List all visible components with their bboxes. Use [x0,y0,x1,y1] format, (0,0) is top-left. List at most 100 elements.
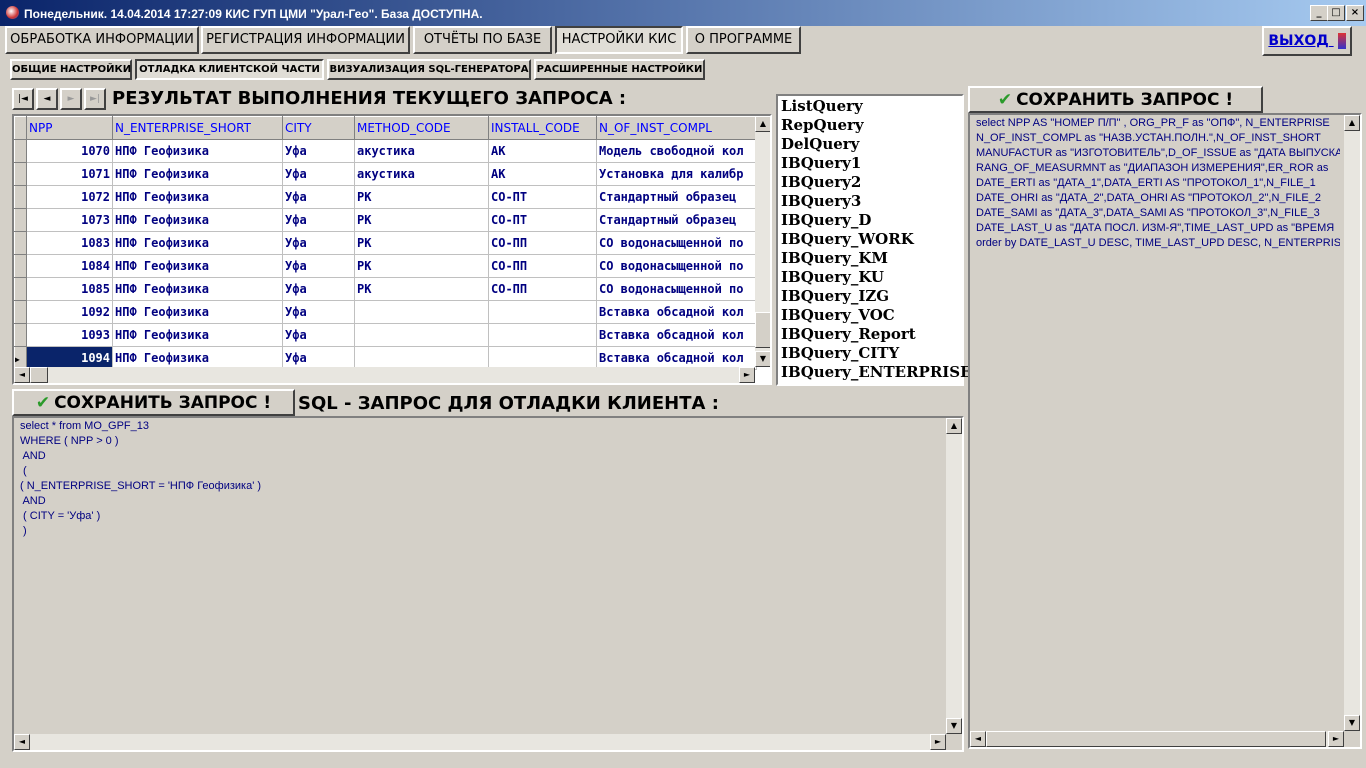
grid-header-city[interactable]: CITY [282,116,355,140]
table-row[interactable]: 1092 НПФ Геофизика Уфа Вставка обсадной кол [14,300,757,324]
cell-compl[interactable]: Установка для калибр [596,162,757,186]
row-indicator[interactable] [14,254,27,278]
row-indicator[interactable] [14,162,27,186]
cell-method[interactable]: РК [354,185,489,209]
cell-npp[interactable]: 1083 [26,231,113,255]
cell-enterprise[interactable]: НПФ Геофизика [112,254,283,278]
cell-compl[interactable]: СО водонасыщенной по [596,231,757,255]
table-row[interactable]: 1083 НПФ Геофизика Уфа РК СО-ПП СО водонасыще… [14,231,757,255]
tab-settings[interactable]: НАСТРОЙКИ КИС [555,26,683,54]
cell-install[interactable] [488,323,597,347]
cell-npp[interactable]: 1092 [26,300,113,324]
cell-install[interactable]: СО-ПП [488,277,597,301]
query-list-item[interactable]: IBQuery_VOC [781,306,895,324]
cell-city[interactable]: Уфа [282,254,355,278]
table-row[interactable]: 1072 НПФ Геофизика Уфа РК СО-ПТ Стандартный о… [14,185,757,209]
query-list-item[interactable]: IBQuery_Report [781,325,916,343]
subtab-advanced[interactable]: РАСШИРЕННЫЕ НАСТРОЙКИ [534,59,705,80]
cell-method[interactable] [354,300,489,324]
scroll-right-arrow-icon[interactable]: ► [930,734,946,750]
generated-sql-memo[interactable]: select NPP AS "НОМЕР П/П" , ORG_PR_F as … [968,113,1362,749]
cell-enterprise[interactable]: НПФ Геофизика [112,300,283,324]
scroll-down-arrow-icon[interactable]: ▼ [755,351,770,367]
subtab-client-debug[interactable]: ОТЛАДКА КЛИЕНТСКОЙ ЧАСТИ [135,59,324,80]
grid-header-install[interactable]: INSTALL_CODE [488,116,597,140]
row-indicator[interactable] [14,323,27,347]
cell-install[interactable]: АК [488,162,597,186]
cell-install[interactable]: СО-ПП [488,231,597,255]
cell-city[interactable]: Уфа [282,300,355,324]
subtab-sql-visualization[interactable]: ВИЗУАЛИЗАЦИЯ SQL-ГЕНЕРАТОРА [327,59,531,80]
close-button[interactable]: × [1346,5,1364,21]
cell-enterprise[interactable]: НПФ Геофизика [112,162,283,186]
save-query-button-right[interactable]: ✔ СОХРАНИТЬ ЗАПРОС ! [968,86,1263,113]
cell-npp[interactable]: 1070 [26,139,113,163]
cell-compl[interactable]: Стандартный образец [596,208,757,232]
scroll-left-arrow-icon[interactable]: ◄ [970,731,986,747]
table-row[interactable]: 1093 НПФ Геофизика Уфа Вставка обсадной кол [14,323,757,347]
table-row[interactable]: 1073 НПФ Геофизика Уфа РК СО-ПТ Стандартный о… [14,208,757,232]
query-list-item[interactable]: IBQuery_KM [781,249,888,267]
query-list-item[interactable]: IBQuery3 [781,192,861,210]
memo-right-horizontal-scrollbar[interactable]: ◄ ► [970,731,1344,747]
grid-horizontal-scrollbar[interactable]: ◄ ► [14,367,755,383]
cell-method[interactable]: акустика [354,162,489,186]
next-record-button[interactable]: ► [60,88,82,110]
scroll-up-arrow-icon[interactable]: ▲ [1344,115,1360,131]
cell-enterprise[interactable]: НПФ Геофизика [112,208,283,232]
cell-install[interactable] [488,300,597,324]
row-indicator[interactable] [14,300,27,324]
maximize-button[interactable]: □ [1327,5,1345,21]
cell-npp[interactable]: 1093 [26,323,113,347]
cell-city[interactable]: Уфа [282,162,355,186]
cell-npp[interactable]: 1073 [26,208,113,232]
cell-method[interactable]: акустика [354,139,489,163]
tab-reports[interactable]: ОТЧЁТЫ ПО БАЗЕ [413,26,552,54]
scroll-up-arrow-icon[interactable]: ▲ [946,418,962,434]
scroll-right-arrow-icon[interactable]: ► [739,367,755,383]
prev-record-button[interactable]: ◄ [36,88,58,110]
subtab-general[interactable]: ОБЩИЕ НАСТРОЙКИ [10,59,132,80]
memo-vertical-scrollbar[interactable]: ▲ ▼ [946,418,962,734]
tab-registration[interactable]: РЕГИСТРАЦИЯ ИНФОРМАЦИИ [201,26,410,54]
cell-compl[interactable]: Вставка обсадной кол [596,323,757,347]
cell-enterprise[interactable]: НПФ Геофизика [112,323,283,347]
row-indicator[interactable] [14,231,27,255]
scroll-left-arrow-icon[interactable]: ◄ [14,367,30,383]
cell-install[interactable]: СО-ПТ [488,185,597,209]
save-query-button[interactable]: ✔ СОХРАНИТЬ ЗАПРОС ! [12,389,295,416]
query-list-item[interactable]: IBQuery_CITY [781,344,899,362]
cell-npp[interactable]: 1084 [26,254,113,278]
row-indicator[interactable] [14,139,27,163]
scroll-down-arrow-icon[interactable]: ▼ [946,718,962,734]
cell-install[interactable]: СО-ПТ [488,208,597,232]
cell-compl[interactable]: СО водонасыщенной по [596,254,757,278]
cell-install[interactable]: АК [488,139,597,163]
query-list-item[interactable]: RepQuery [781,116,864,134]
cell-city[interactable]: Уфа [282,139,355,163]
query-list-item[interactable]: ListQuery [781,97,863,115]
scroll-right-arrow-icon[interactable]: ► [1328,731,1344,747]
last-record-button[interactable]: ►| [84,88,106,110]
cell-npp[interactable]: 1072 [26,185,113,209]
row-indicator[interactable] [14,185,27,209]
cell-compl[interactable]: СО водонасыщенной по [596,277,757,301]
query-list-item[interactable]: IBQuery2 [781,173,861,191]
sql-debug-memo[interactable]: select * from MO_GPF_13 WHERE ( NPP > 0 )… [12,416,964,752]
grid-vscroll-thumb[interactable] [755,312,770,348]
query-list-item[interactable]: IBQuery_IZG [781,287,889,305]
cell-city[interactable]: Уфа [282,231,355,255]
cell-method[interactable] [354,323,489,347]
tab-processing[interactable]: ОБРАБОТКА ИНФОРМАЦИИ [5,26,199,54]
cell-enterprise[interactable]: НПФ Геофизика [112,139,283,163]
table-row[interactable]: 1070 НПФ Геофизика Уфа акустика АК Модель сво… [14,139,757,163]
cell-method[interactable]: РК [354,231,489,255]
cell-method[interactable]: РК [354,277,489,301]
row-indicator[interactable] [14,208,27,232]
cell-install[interactable]: СО-ПП [488,254,597,278]
cell-enterprise[interactable]: НПФ Геофизика [112,231,283,255]
grid-vertical-scrollbar[interactable]: ▲ ▼ [755,116,770,367]
first-record-button[interactable]: |◄ [12,88,34,110]
tab-about[interactable]: О ПРОГРАММЕ [686,26,801,54]
memo-right-hscroll-thumb[interactable] [986,731,1326,747]
